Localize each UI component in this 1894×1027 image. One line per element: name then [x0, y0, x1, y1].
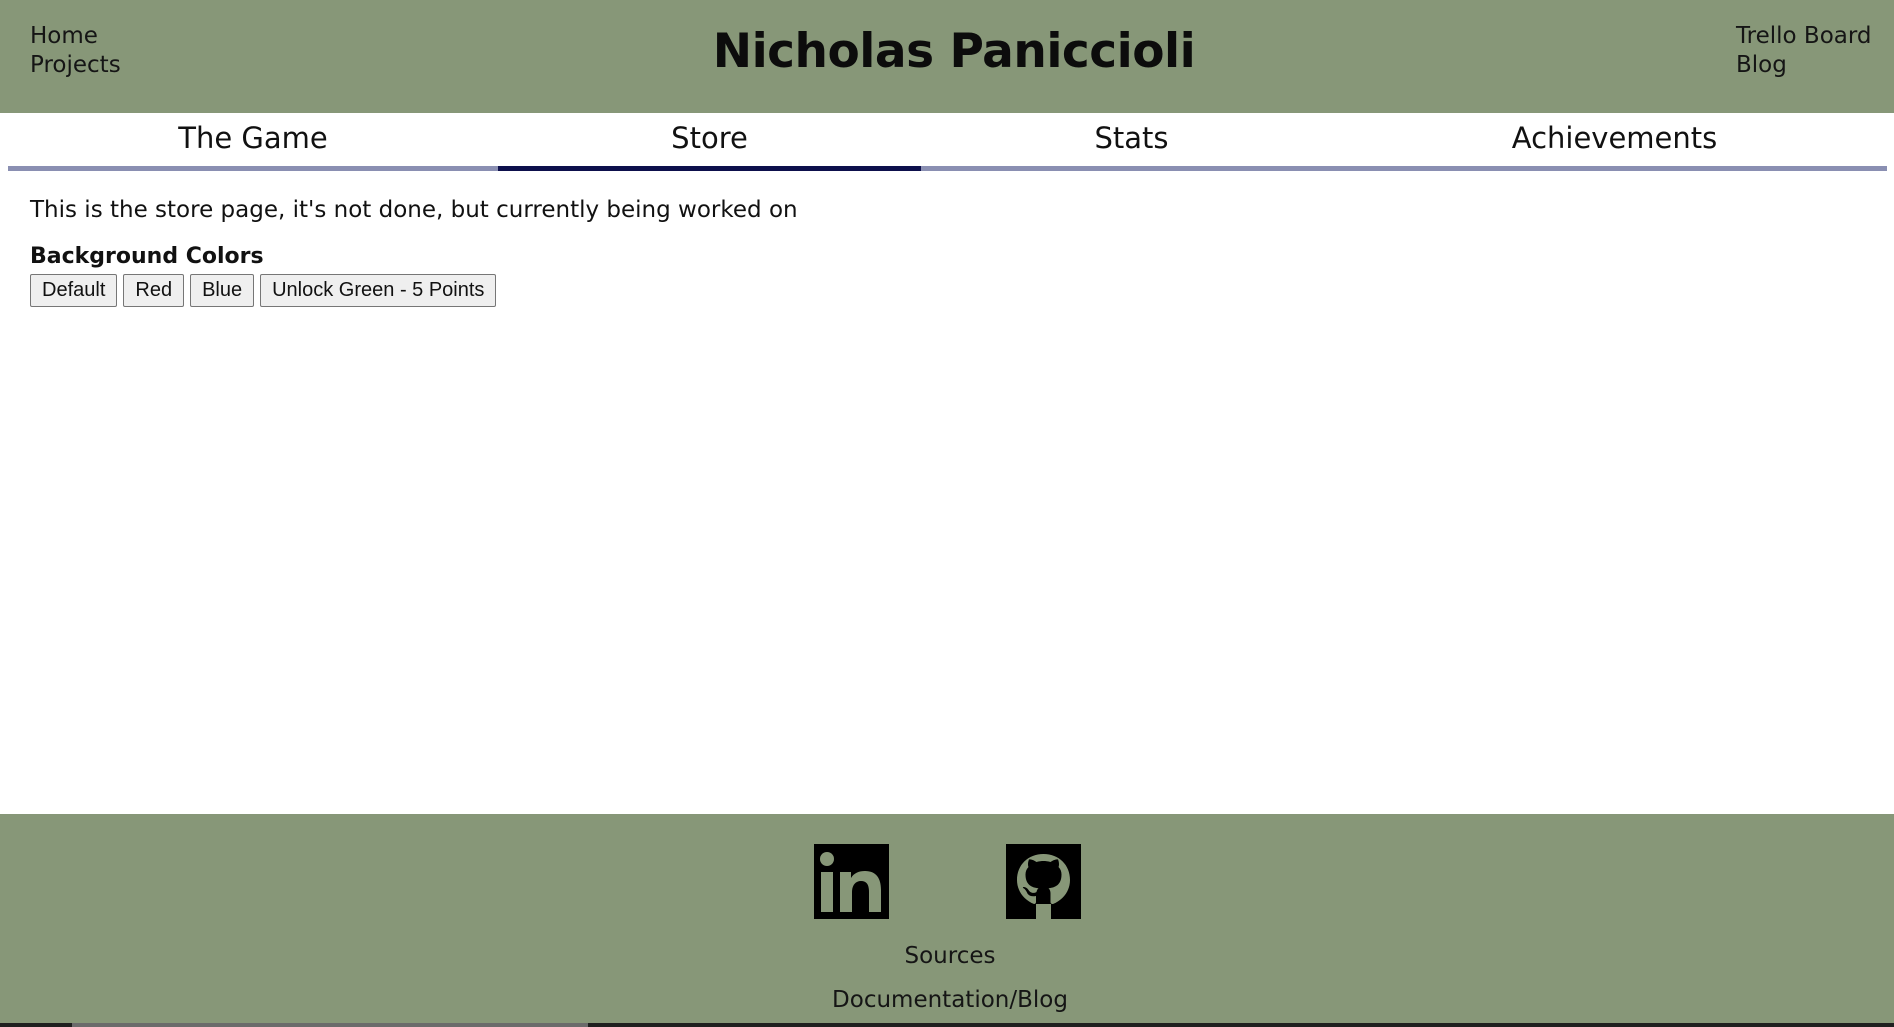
site-footer: Sources Documentation/Blog	[0, 814, 1894, 1027]
page: Home Projects Nicholas Paniccioli Trello…	[0, 0, 1894, 1027]
tab-the-game[interactable]: The Game	[8, 113, 498, 171]
scrollbar-thumb[interactable]	[72, 1023, 588, 1027]
footer-link-documentation-blog[interactable]: Documentation/Blog	[0, 985, 1894, 1015]
footer-docs-label: Documentation/Blog	[832, 987, 1068, 1013]
footer-link-sources[interactable]: Sources	[0, 941, 1894, 971]
tab-bar: The Game Store Stats Achievements	[8, 113, 1887, 171]
store-intro-text: This is the store page, it's not done, b…	[30, 197, 798, 223]
background-color-buttons: Default Red Blue Unlock Green - 5 Points	[30, 274, 1830, 307]
linkedin-icon[interactable]	[814, 844, 889, 919]
site-title: Nicholas Paniccioli	[0, 22, 1894, 82]
site-header: Home Projects Nicholas Paniccioli Trello…	[0, 0, 1894, 113]
blue-color-button[interactable]: Blue	[190, 274, 255, 307]
background-colors-heading: Background Colors	[30, 244, 264, 269]
tab-store[interactable]: Store	[498, 113, 921, 171]
tab-stats[interactable]: Stats	[921, 113, 1342, 171]
site-title-text: Nicholas Paniccioli	[712, 24, 1196, 79]
default-color-button[interactable]: Default	[30, 274, 118, 307]
tab-achievements[interactable]: Achievements	[1342, 113, 1887, 171]
unlock-green-button[interactable]: Unlock Green - 5 Points	[260, 274, 497, 307]
footer-sources-label: Sources	[904, 943, 996, 969]
nav-link-blog[interactable]: Blog	[1736, 51, 1872, 80]
nav-link-trello-board[interactable]: Trello Board	[1736, 22, 1872, 51]
github-icon[interactable]	[1006, 844, 1081, 919]
horizontal-scrollbar[interactable]	[0, 1023, 1894, 1027]
header-nav-right: Trello Board Blog	[1736, 22, 1872, 80]
red-color-button[interactable]: Red	[123, 274, 185, 307]
store-content: This is the store page, it's not done, b…	[30, 193, 1830, 307]
